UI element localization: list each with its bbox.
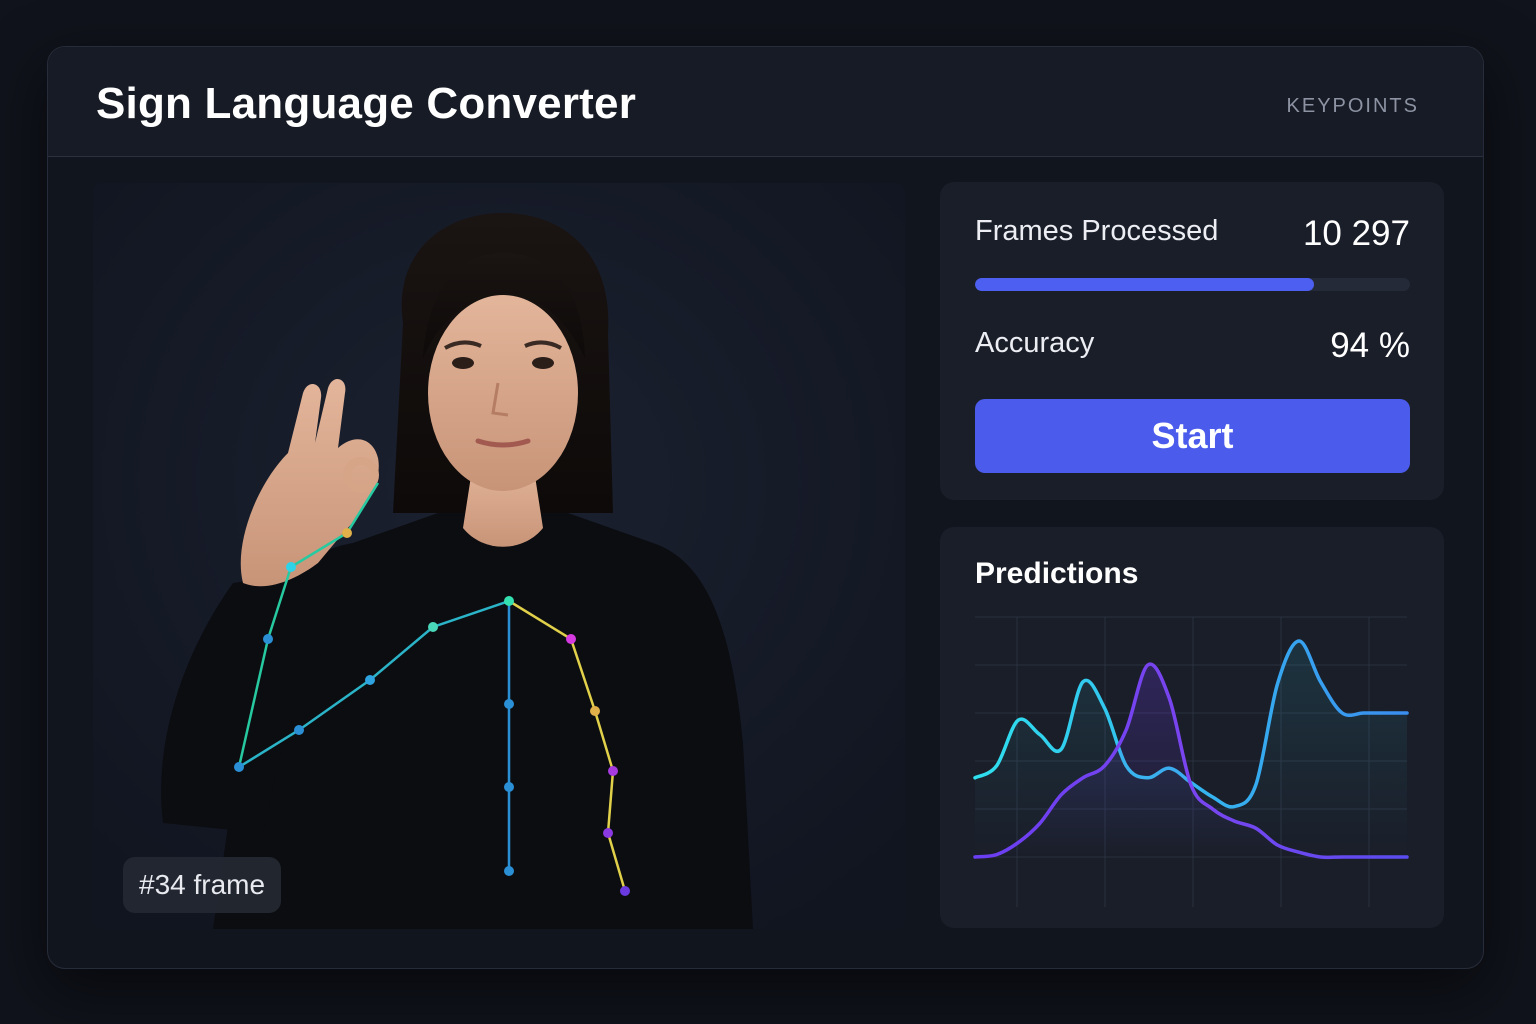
frame-counter-badge: #34 frame — [123, 857, 282, 913]
predictions-chart — [973, 616, 1409, 907]
header-bar: Sign Language Converter KEYPOINTS — [48, 47, 1483, 157]
frames-progress-fill — [975, 278, 1315, 291]
frames-processed-value: 10 297 — [1302, 214, 1410, 253]
video-frame — [93, 183, 905, 929]
frames-progress-bar — [975, 278, 1410, 291]
frames-processed-label: Frames Processed — [975, 215, 1219, 247]
accuracy-value: 94 % — [1330, 326, 1410, 365]
video-panel: #34 frame — [93, 183, 905, 929]
app-window: Sign Language Converter KEYPOINTS #34 fr… — [47, 46, 1484, 969]
app-title: Sign Language Converter — [96, 79, 637, 128]
stats-card: Frames Processed 10 297 Accuracy 94 % St… — [940, 182, 1444, 500]
start-button[interactable]: Start — [975, 399, 1410, 473]
predictions-card: Predictions — [940, 527, 1444, 928]
accuracy-label: Accuracy — [975, 327, 1095, 359]
keypoints-tab[interactable]: KEYPOINTS — [1287, 95, 1419, 118]
